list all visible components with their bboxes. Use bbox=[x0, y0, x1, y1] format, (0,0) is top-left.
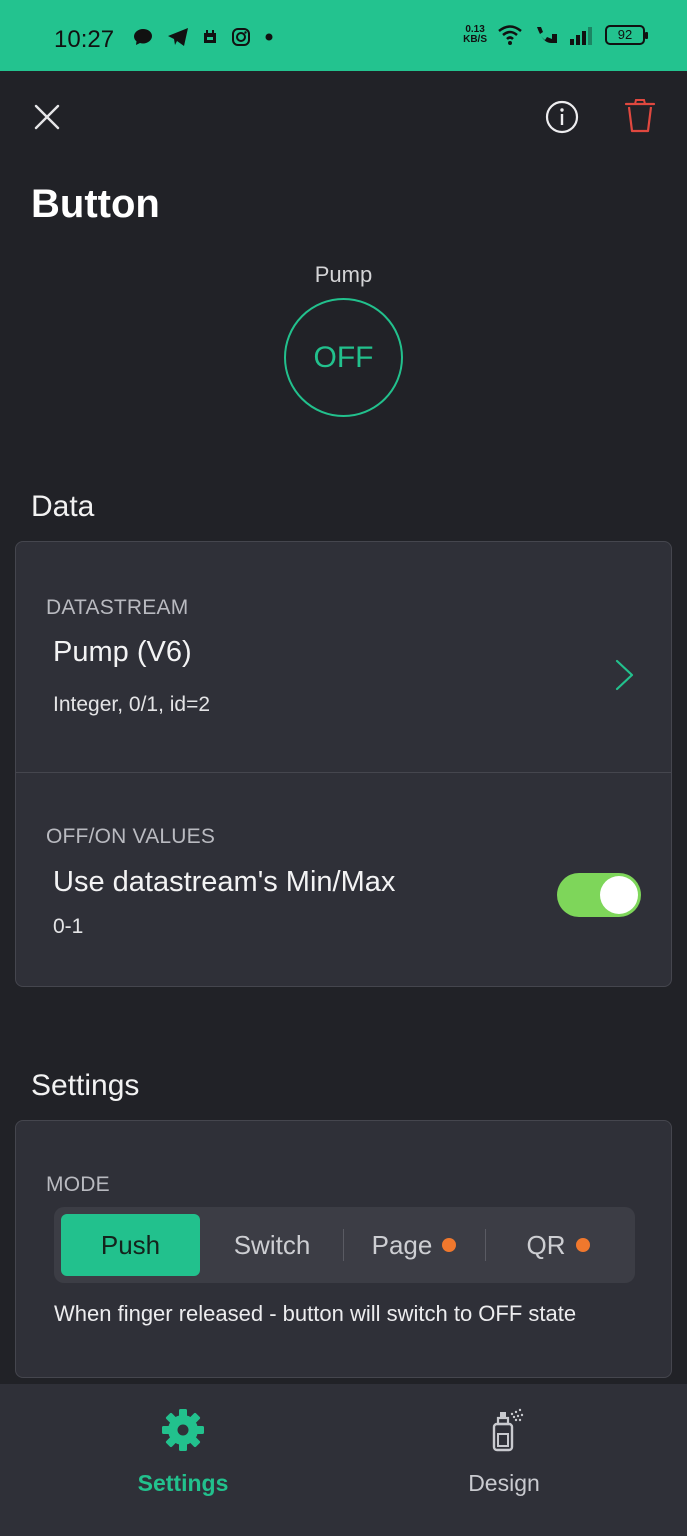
segment-separator bbox=[343, 1229, 344, 1261]
data-card: DATASTREAM Pump (V6) Integer, 0/1, id=2 … bbox=[15, 541, 672, 987]
spray-icon bbox=[492, 1408, 524, 1452]
trash-icon[interactable] bbox=[624, 98, 656, 134]
mode-option-switch-label: Switch bbox=[233, 1229, 311, 1260]
signal-icon bbox=[570, 27, 592, 45]
datastream-row[interactable]: DATASTREAM Pump (V6) Integer, 0/1, id=2 bbox=[16, 542, 671, 772]
nav-design-label: Design bbox=[468, 1470, 540, 1496]
notification-icons bbox=[133, 27, 273, 47]
gear-icon bbox=[162, 1409, 204, 1451]
widget-preview-label: Pump bbox=[314, 262, 373, 287]
network-rate: 0.13 KB/S bbox=[463, 25, 487, 45]
mode-option-push-label: Push bbox=[100, 1229, 161, 1260]
network-rate-unit: KB/S bbox=[463, 34, 487, 45]
datastream-details: Integer, 0/1, id=2 bbox=[53, 693, 211, 716]
segment-separator bbox=[485, 1229, 486, 1261]
status-bar: 10:27 0.13 KB/S 92 bbox=[0, 0, 687, 71]
status-time: 10:27 bbox=[54, 26, 115, 53]
chevron-right-icon[interactable] bbox=[613, 658, 637, 692]
mode-option-page-label: Page bbox=[371, 1229, 433, 1260]
instagram-icon bbox=[232, 28, 250, 46]
info-icon[interactable] bbox=[545, 100, 579, 134]
nav-settings-label: Settings bbox=[137, 1470, 229, 1496]
telegram-icon bbox=[168, 28, 188, 46]
card-divider bbox=[16, 772, 671, 773]
widget-state-label: OFF bbox=[313, 340, 374, 374]
battery-indicator: 92 bbox=[605, 25, 648, 45]
dot-icon bbox=[265, 33, 273, 41]
mode-option-page[interactable]: Page bbox=[346, 1214, 482, 1276]
mode-caption: MODE bbox=[46, 1173, 110, 1196]
calendar-icon bbox=[204, 30, 216, 43]
nav-settings[interactable]: Settings bbox=[63, 1384, 303, 1536]
use-minmax-toggle[interactable] bbox=[557, 873, 641, 917]
mode-option-qr-label: QR bbox=[526, 1229, 566, 1260]
mode-option-switch[interactable]: Switch bbox=[204, 1214, 340, 1276]
wifi-call-icon bbox=[537, 27, 557, 44]
settings-card: MODE Push Switch Page QR When finger rel… bbox=[15, 1120, 672, 1378]
page-title: Button bbox=[31, 182, 160, 226]
close-icon[interactable] bbox=[32, 102, 62, 132]
system-icons: 0.13 KB/S 92 bbox=[463, 24, 648, 46]
mode-description: When finger released - button will switc… bbox=[54, 1301, 577, 1326]
widget-preview-button[interactable]: OFF bbox=[284, 298, 403, 417]
use-minmax-label: Use datastream's Min/Max bbox=[53, 866, 396, 898]
range-label: 0-1 bbox=[53, 915, 84, 938]
nav-design[interactable]: Design bbox=[384, 1384, 624, 1536]
datastream-name: Pump (V6) bbox=[53, 636, 192, 668]
mode-option-qr[interactable]: QR bbox=[488, 1214, 628, 1276]
premium-dot-icon bbox=[442, 1238, 457, 1252]
premium-dot-icon bbox=[575, 1238, 590, 1252]
mode-option-push[interactable]: Push bbox=[61, 1214, 200, 1276]
mode-segmented-control: Push Switch Page QR bbox=[54, 1207, 635, 1283]
data-section-title: Data bbox=[31, 490, 95, 523]
datastream-caption: DATASTREAM bbox=[46, 596, 189, 619]
toggle-knob bbox=[600, 876, 638, 914]
off-on-values-caption: OFF/ON VALUES bbox=[46, 825, 216, 848]
wifi-icon bbox=[498, 25, 522, 45]
settings-section-title: Settings bbox=[31, 1069, 140, 1102]
bottom-nav: Settings Design bbox=[0, 1384, 687, 1536]
chat-bubble-icon bbox=[134, 29, 152, 45]
